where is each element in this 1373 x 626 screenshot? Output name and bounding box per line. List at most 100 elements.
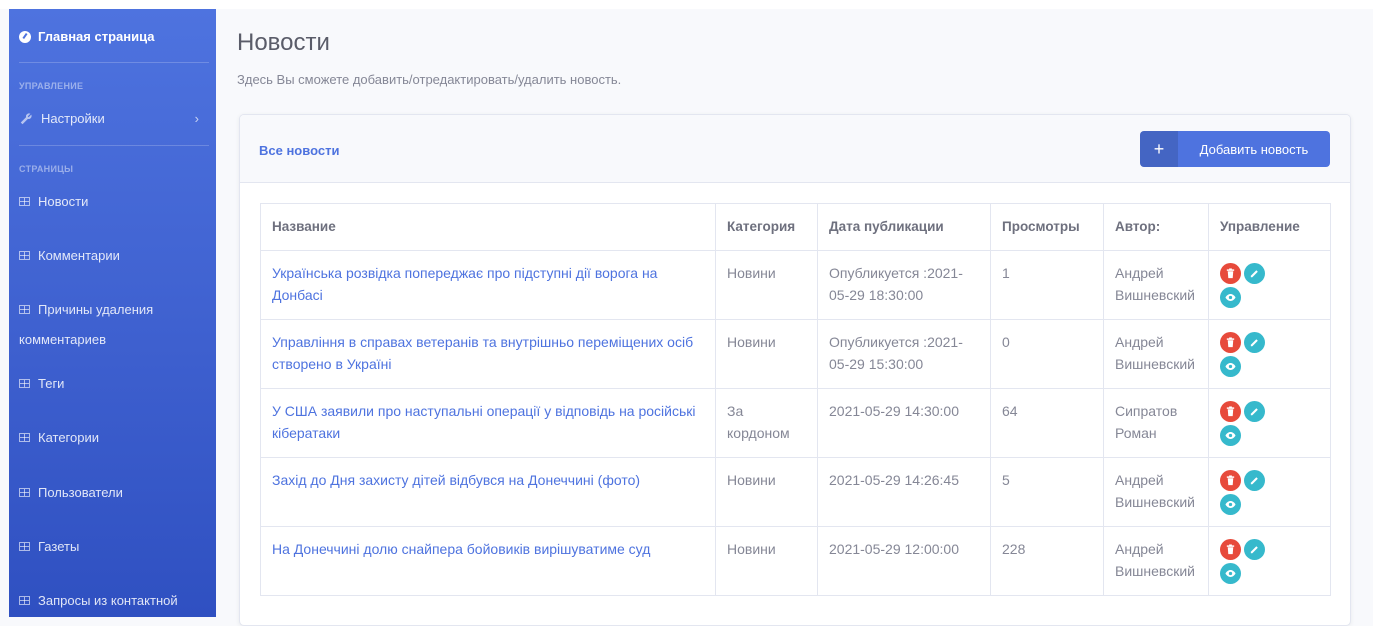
delete-button[interactable] bbox=[1220, 332, 1241, 353]
sidebar-item-comments[interactable]: Комментарии bbox=[19, 245, 209, 267]
news-title-link[interactable]: Захід до Дня захисту дітей відбувся на Д… bbox=[272, 472, 640, 488]
table-icon bbox=[19, 596, 30, 605]
sidebar-item-label: Новости bbox=[38, 194, 89, 209]
delete-button[interactable] bbox=[1220, 401, 1241, 422]
news-table: Название Категория Дата публикации Просм… bbox=[260, 203, 1331, 596]
sidebar-item-label: Причины удаления bbox=[38, 302, 154, 317]
sidebar-item-categories[interactable]: Категории bbox=[19, 427, 209, 449]
eye-icon bbox=[1225, 570, 1236, 577]
table-row: На Донеччині долю снайпера бойовиків вир… bbox=[260, 526, 1331, 596]
table-row: Захід до Дня захисту дітей відбувся на Д… bbox=[260, 457, 1331, 527]
card-header: Все новости + Добавить новость bbox=[240, 115, 1350, 183]
cell-title: На Донеччині долю снайпера бойовиків вир… bbox=[260, 526, 716, 596]
sidebar-heading-manage: УПРАВЛЕНИЕ bbox=[19, 81, 84, 91]
table-icon bbox=[19, 433, 30, 442]
news-title-link[interactable]: У США заявили про наступальні операції у… bbox=[272, 403, 696, 441]
wrench-icon bbox=[20, 113, 32, 125]
card-title: Все новости bbox=[259, 143, 340, 158]
cell-actions bbox=[1208, 388, 1331, 458]
cell-date: 2021-05-29 14:30:00 bbox=[817, 388, 991, 458]
dashboard-icon bbox=[19, 30, 31, 43]
sidebar-item-label: Пользователи bbox=[38, 485, 123, 500]
sidebar-dashboard-link[interactable]: Главная страница bbox=[19, 29, 154, 44]
edit-button[interactable] bbox=[1244, 332, 1265, 353]
news-title-link[interactable]: Управління в справах ветеранів та внутрі… bbox=[272, 334, 693, 372]
news-title-link[interactable]: На Донеччині долю снайпера бойовиків вир… bbox=[272, 541, 650, 557]
cell-title: Українська розвідка попереджає про підст… bbox=[260, 250, 716, 320]
cell-views: 5 bbox=[990, 457, 1104, 527]
cell-views: 1 bbox=[990, 250, 1104, 320]
sidebar-item-users[interactable]: Пользователи bbox=[19, 482, 209, 504]
sidebar-item-label: Теги bbox=[38, 376, 65, 391]
cell-date: Опубликуется :2021-05-29 18:30:00 bbox=[817, 250, 991, 320]
cell-author: Андрей Вишневский bbox=[1103, 526, 1209, 596]
add-news-button[interactable]: + Добавить новость bbox=[1140, 131, 1330, 167]
sidebar-item-newspapers[interactable]: Газеты bbox=[19, 536, 209, 558]
edit-button[interactable] bbox=[1244, 470, 1265, 491]
table-header-row: Название Категория Дата публикации Просм… bbox=[260, 203, 1331, 251]
cell-category: За кордоном bbox=[715, 388, 818, 458]
trash-icon bbox=[1226, 406, 1235, 417]
sidebar-item-news[interactable]: Новости bbox=[19, 191, 209, 213]
col-title[interactable]: Название bbox=[260, 203, 716, 251]
trash-icon bbox=[1226, 268, 1235, 279]
col-actions: Управление bbox=[1208, 203, 1331, 251]
trash-icon bbox=[1226, 475, 1235, 486]
edit-button[interactable] bbox=[1244, 401, 1265, 422]
eye-icon bbox=[1225, 363, 1236, 370]
table-icon bbox=[19, 251, 30, 260]
cell-author: Сипратов Роман bbox=[1103, 388, 1209, 458]
trash-icon bbox=[1226, 544, 1235, 555]
table-icon bbox=[19, 379, 30, 388]
cell-views: 64 bbox=[990, 388, 1104, 458]
pencil-icon bbox=[1250, 477, 1258, 485]
sidebar: Главная страница УПРАВЛЕНИЕ Настройки › … bbox=[9, 9, 216, 617]
edit-button[interactable] bbox=[1244, 263, 1265, 284]
pencil-icon bbox=[1250, 270, 1258, 278]
table-icon bbox=[19, 542, 30, 551]
sidebar-heading-pages: СТРАНИЦЫ bbox=[19, 164, 74, 174]
eye-icon bbox=[1225, 294, 1236, 301]
sidebar-item-tags[interactable]: Теги bbox=[19, 373, 209, 395]
sidebar-item-label: Комментарии bbox=[38, 248, 120, 263]
sidebar-item-label: Запросы из контактной bbox=[38, 593, 178, 608]
delete-button[interactable] bbox=[1220, 539, 1241, 560]
cell-actions bbox=[1208, 319, 1331, 389]
cell-date: 2021-05-29 12:00:00 bbox=[817, 526, 991, 596]
sidebar-divider bbox=[19, 145, 209, 146]
sidebar-item-label: Газеты bbox=[38, 539, 80, 554]
view-button[interactable] bbox=[1220, 563, 1241, 584]
view-button[interactable] bbox=[1220, 356, 1241, 377]
trash-icon bbox=[1226, 337, 1235, 348]
view-button[interactable] bbox=[1220, 287, 1241, 308]
table-row: Українська розвідка попереджає про підст… bbox=[260, 250, 1331, 320]
col-views[interactable]: Просмотры bbox=[990, 203, 1104, 251]
delete-button[interactable] bbox=[1220, 470, 1241, 491]
cell-actions bbox=[1208, 457, 1331, 527]
cell-author: Андрей Вишневский bbox=[1103, 457, 1209, 527]
news-card: Все новости + Добавить новость Название … bbox=[239, 114, 1351, 626]
page-title: Новости bbox=[237, 29, 330, 56]
sidebar-item-contact-requests[interactable]: Запросы из контактной bbox=[19, 590, 209, 612]
cell-date: Опубликуется :2021-05-29 15:30:00 bbox=[817, 319, 991, 389]
col-author[interactable]: Автор: bbox=[1103, 203, 1209, 251]
col-category[interactable]: Категория bbox=[715, 203, 818, 251]
add-news-label: Добавить новость bbox=[1199, 141, 1309, 157]
news-title-link[interactable]: Українська розвідка попереджає про підст… bbox=[272, 265, 657, 303]
view-button[interactable] bbox=[1220, 425, 1241, 446]
sidebar-item-deletion-reasons[interactable]: Причины удаления комментариев bbox=[19, 299, 209, 351]
cell-category: Новини bbox=[715, 250, 818, 320]
chevron-right-icon: › bbox=[194, 111, 199, 126]
sidebar-item-settings[interactable]: Настройки › bbox=[19, 108, 209, 130]
col-date[interactable]: Дата публикации bbox=[817, 203, 991, 251]
cell-category: Новини bbox=[715, 319, 818, 389]
table-icon bbox=[19, 305, 30, 314]
sidebar-brand-label: Главная страница bbox=[38, 29, 155, 44]
eye-icon bbox=[1225, 501, 1236, 508]
plus-icon: + bbox=[1140, 131, 1178, 167]
edit-button[interactable] bbox=[1244, 539, 1265, 560]
delete-button[interactable] bbox=[1220, 263, 1241, 284]
view-button[interactable] bbox=[1220, 494, 1241, 515]
pencil-icon bbox=[1250, 546, 1258, 554]
cell-views: 0 bbox=[990, 319, 1104, 389]
